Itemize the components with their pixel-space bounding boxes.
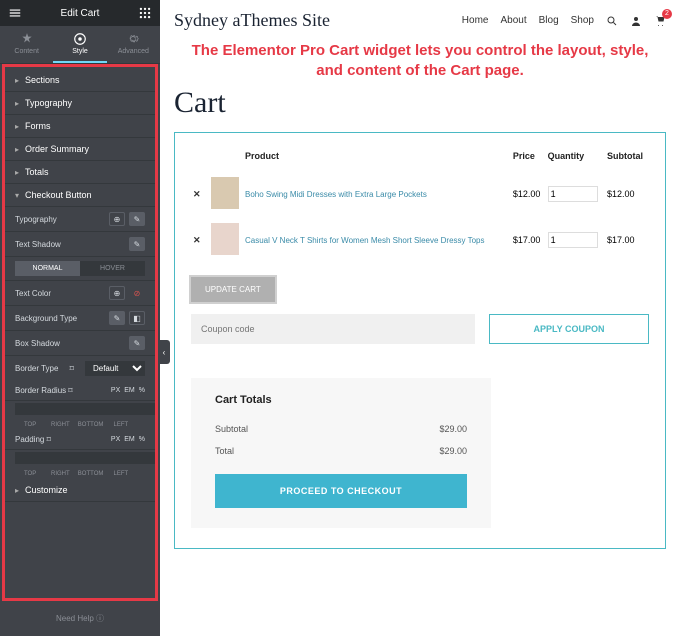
border-radius-inputs: ⚭ [5,401,155,420]
edit-icon[interactable]: ✎ [129,336,145,350]
apps-icon[interactable] [138,6,152,20]
col-product: Product [243,147,511,171]
apply-coupon-button[interactable]: APPLY COUPON [489,314,649,344]
preview-area: Sydney aThemes Site Home About Blog Shop… [160,0,680,636]
nav-blog[interactable]: Blog [539,15,559,26]
tab-style[interactable]: Style [53,26,106,63]
brush-icon[interactable]: ✎ [109,311,125,325]
state-hover[interactable]: HOVER [80,261,145,276]
color-swatch[interactable]: ⊘ [129,286,145,300]
section-order-summary[interactable]: Order Summary [5,138,155,161]
state-toggle: NORMAL HOVER [5,257,155,281]
price-cell: $17.00 [511,217,546,263]
nav-about[interactable]: About [500,15,526,26]
product-link[interactable]: Boho Swing Midi Dresses with Extra Large… [245,190,427,199]
gradient-icon[interactable]: ◧ [129,311,145,325]
sidebar-title: Edit Cart [61,8,100,19]
edit-icon[interactable]: ✎ [129,212,145,226]
cart-totals: Cart Totals Subtotal$29.00 Total$29.00 P… [191,378,491,528]
section-sections[interactable]: Sections [5,69,155,92]
control-text-color: Text Color ⊕⊘ [5,281,155,306]
tab-advanced[interactable]: Advanced [107,26,160,63]
padding-inputs: ⚭ [5,450,155,469]
pad-top[interactable] [15,452,158,464]
search-icon[interactable] [606,15,618,27]
edit-icon[interactable]: ✎ [129,237,145,251]
control-text-shadow: Text Shadow ✎ [5,232,155,257]
globe-icon[interactable]: ⊕ [109,286,125,300]
site-header: Sydney aThemes Site Home About Blog Shop… [174,6,666,41]
control-border-type: Border Type ⌑ Default [5,356,155,381]
cart-table: Product Price Quantity Subtotal ✕ Boho S… [191,147,649,263]
col-price: Price [511,147,546,171]
product-link[interactable]: Casual V Neck T Shirts for Women Mesh Sh… [245,236,485,245]
cart-icon[interactable]: 2 [654,15,666,27]
annotation-callout: The Elementor Pro Cart widget lets you c… [174,41,666,86]
primary-nav: Home About Blog Shop 2 [462,15,666,27]
section-customize[interactable]: Customize [5,479,155,502]
section-typography[interactable]: Typography [5,92,155,115]
section-forms[interactable]: Forms [5,115,155,138]
control-background-type: Background Type ✎◧ [5,306,155,331]
remove-icon[interactable]: ✕ [193,189,201,199]
totals-title: Cart Totals [215,394,467,406]
panel-tabs: Content Style Advanced [0,26,160,64]
menu-icon[interactable] [8,6,22,20]
coupon-input[interactable] [191,314,475,344]
user-icon[interactable] [630,15,642,27]
update-cart-button[interactable]: UPDATE CART [191,277,275,302]
subtotal-cell: $12.00 [605,171,649,217]
control-padding: Padding ⌑ PX EM % [5,430,155,450]
product-thumb[interactable] [211,177,239,209]
nav-home[interactable]: Home [462,15,489,26]
coupon-row: APPLY COUPON [191,314,649,344]
radius-top[interactable] [15,403,158,415]
help-icon: ⓘ [96,614,104,623]
elementor-sidebar: Edit Cart Content Style Advanced Section… [0,0,160,636]
style-panel-highlight: Sections Typography Forms Order Summary … [2,64,158,601]
tab-content[interactable]: Content [0,26,53,63]
table-row: ✕ Casual V Neck T Shirts for Women Mesh … [191,217,649,263]
section-checkout-button[interactable]: Checkout Button [5,184,155,207]
table-row: ✕ Boho Swing Midi Dresses with Extra Lar… [191,171,649,217]
nav-shop[interactable]: Shop [571,15,594,26]
state-normal[interactable]: NORMAL [15,261,80,276]
col-subtotal: Subtotal [605,147,649,171]
control-border-radius: Border Radius ⌑ PX EM % [5,381,155,401]
border-type-select[interactable]: Default [85,361,145,376]
need-help-link[interactable]: Need Help ⓘ [0,601,160,636]
cart-widget: Product Price Quantity Subtotal ✕ Boho S… [174,132,666,549]
collapse-handle[interactable]: ‹ [158,340,170,364]
subtotal-cell: $17.00 [605,217,649,263]
remove-icon[interactable]: ✕ [193,235,201,245]
product-thumb[interactable] [211,223,239,255]
section-totals[interactable]: Totals [5,161,155,184]
control-box-shadow: Box Shadow ✎ [5,331,155,356]
page-title: Cart [174,86,666,120]
col-quantity: Quantity [546,147,605,171]
quantity-input[interactable] [548,232,598,248]
cart-badge: 2 [662,9,672,19]
control-typography: Typography ⊕✎ [5,207,155,232]
price-cell: $12.00 [511,171,546,217]
quantity-input[interactable] [548,186,598,202]
site-title: Sydney aThemes Site [174,10,330,31]
checkout-button[interactable]: PROCEED TO CHECKOUT [215,474,467,508]
sidebar-header: Edit Cart [0,0,160,26]
globe-icon[interactable]: ⊕ [109,212,125,226]
